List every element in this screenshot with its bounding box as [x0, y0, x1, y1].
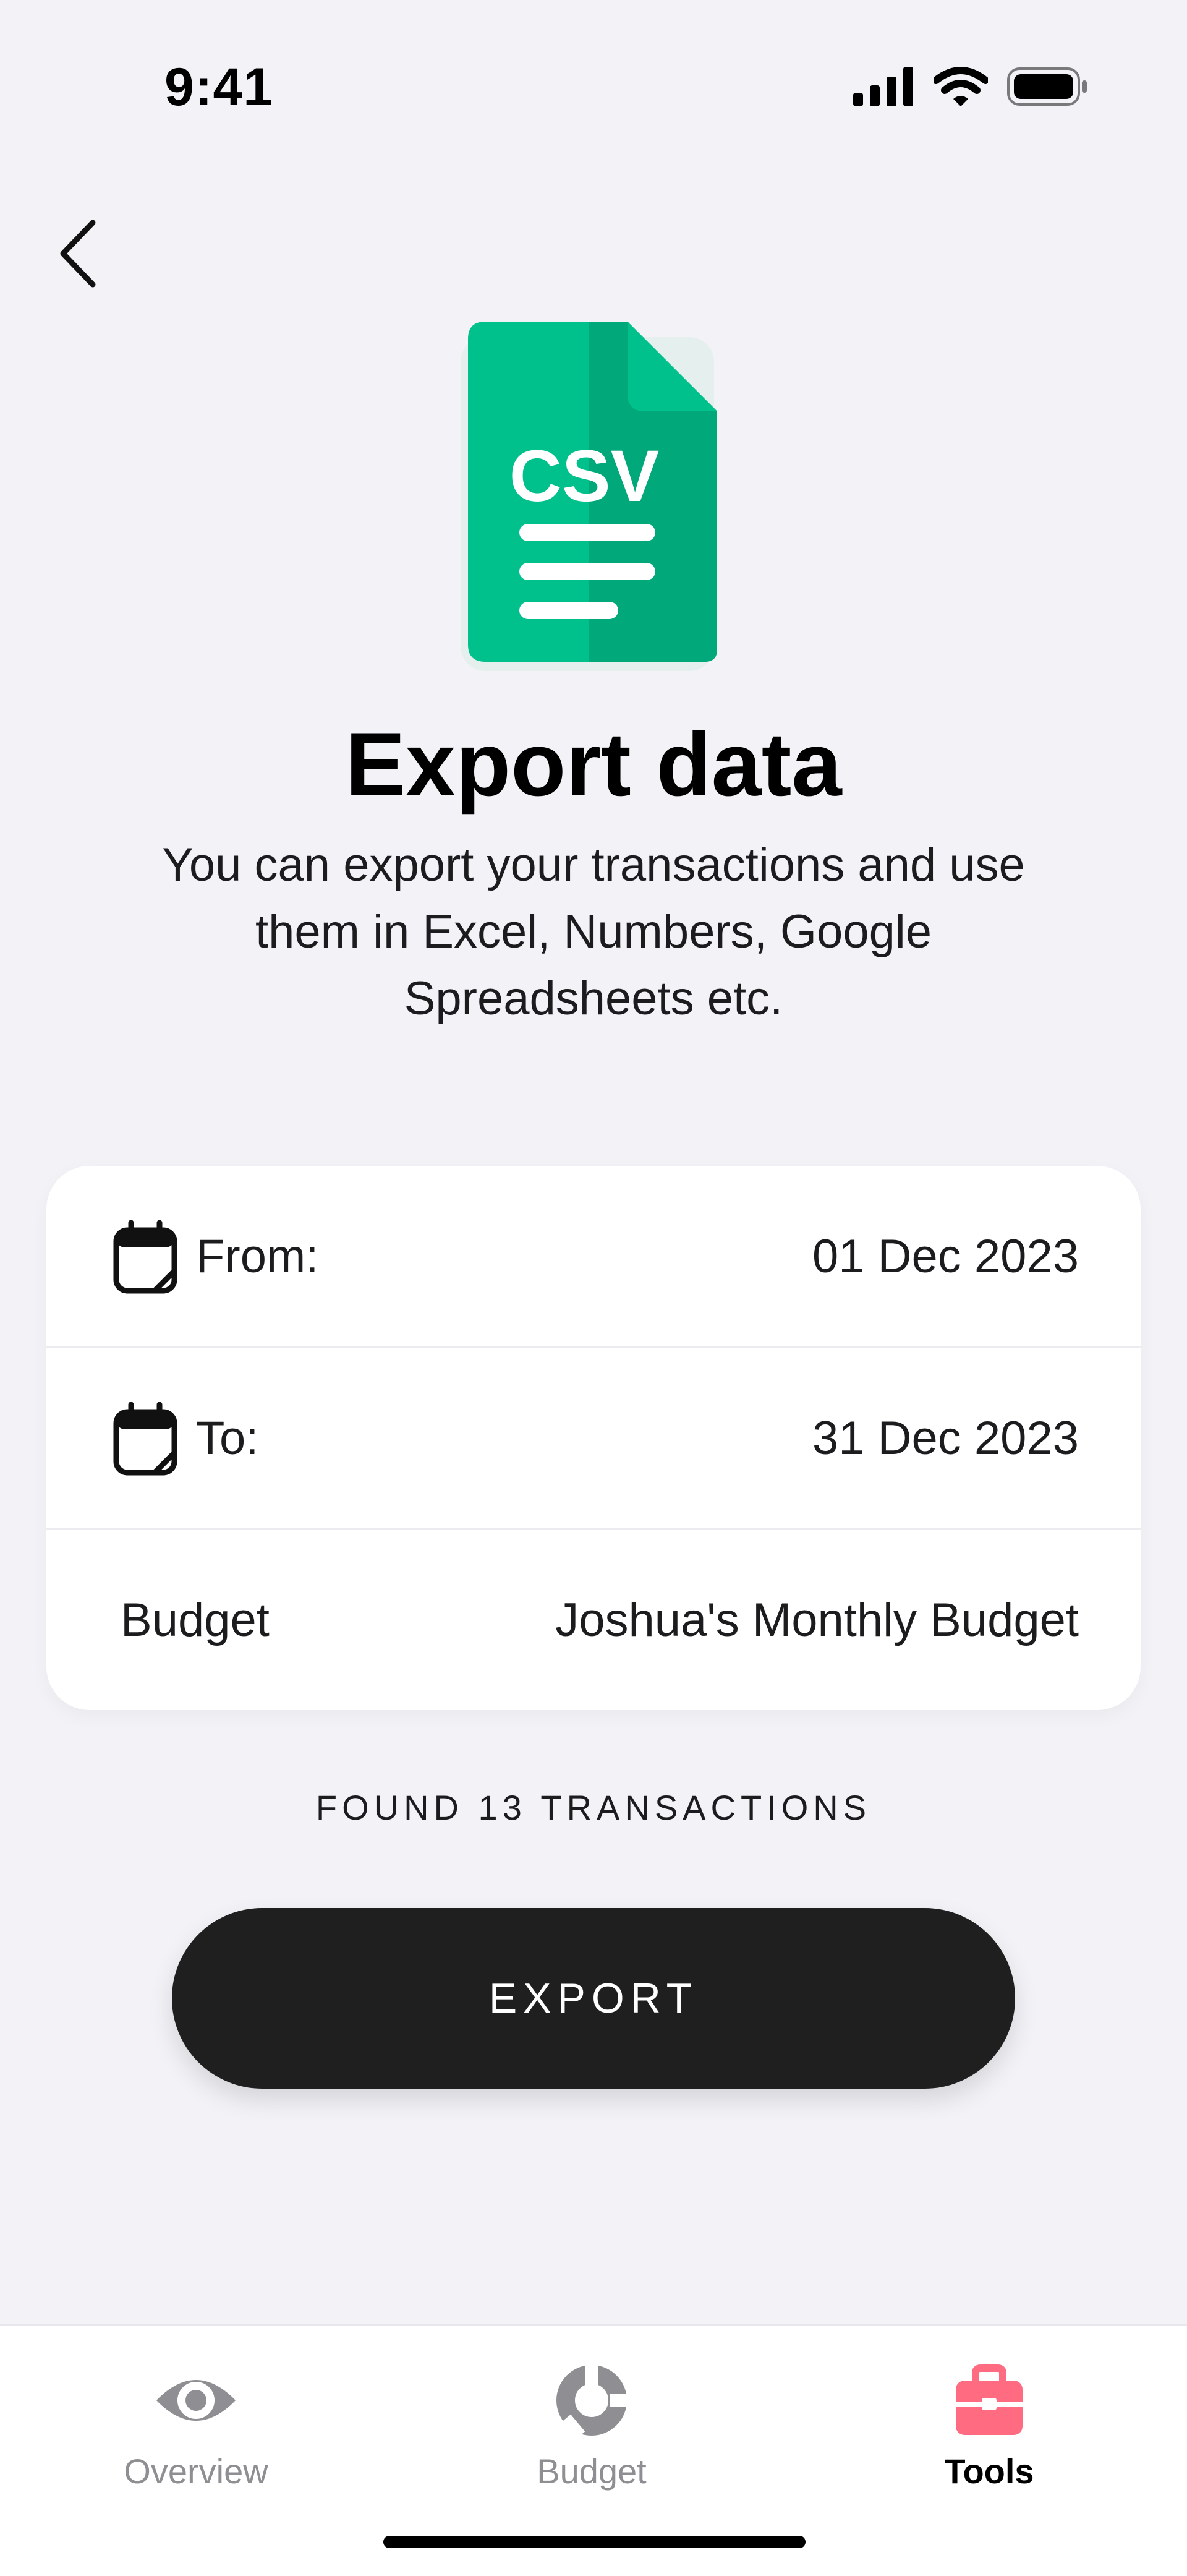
csv-file-icon: CSV — [461, 322, 726, 680]
export-button[interactable]: EXPORT — [172, 1908, 1015, 2089]
tab-tools[interactable]: Tools — [866, 2345, 1113, 2505]
budget-row[interactable]: Budget Joshua's Monthly Budget — [46, 1530, 1141, 1710]
home-indicator — [383, 2536, 806, 2548]
from-date-row[interactable]: From: 01 Dec 2023 — [46, 1166, 1141, 1347]
eye-icon — [156, 2380, 236, 2421]
cellular-signal-icon — [853, 67, 913, 106]
battery-icon — [1007, 67, 1087, 106]
from-label: From: — [196, 1230, 319, 1283]
transactions-count: FOUND 13 TRANSACTIONS — [315, 1788, 872, 1827]
calendar-icon — [113, 1220, 177, 1294]
tab-overview[interactable]: Overview — [72, 2345, 320, 2505]
donut-chart-icon — [556, 2363, 635, 2437]
status-time: 9:41 — [164, 58, 274, 117]
tab-budget[interactable]: Budget — [468, 2345, 715, 2505]
export-settings-card: From: 01 Dec 2023 To: 31 Dec 2023 Budget… — [46, 1166, 1141, 1710]
tab-label-budget: Budget — [537, 2452, 647, 2491]
calendar-icon — [113, 1402, 177, 1476]
status-icons — [853, 67, 1088, 106]
toolbox-icon — [956, 2364, 1023, 2435]
to-date-row[interactable]: To: 31 Dec 2023 — [46, 1348, 1141, 1529]
status-bar: 9:41 — [0, 0, 1187, 173]
to-date-value: 31 Dec 2023 — [812, 1412, 1079, 1465]
chevron-left-icon — [60, 220, 96, 288]
csv-icon-text: CSV — [509, 435, 660, 517]
tab-label-tools: Tools — [944, 2452, 1034, 2491]
page-title: Export data — [345, 714, 842, 815]
tab-label-overview: Overview — [124, 2452, 268, 2491]
budget-value: Joshua's Monthly Budget — [555, 1594, 1079, 1646]
back-button[interactable] — [49, 216, 111, 291]
wifi-icon — [934, 67, 988, 106]
page-description: You can export your transactions and use… — [162, 839, 1025, 1025]
to-label: To: — [196, 1412, 259, 1465]
from-date-value: 01 Dec 2023 — [812, 1230, 1079, 1283]
budget-label: Budget — [121, 1594, 270, 1646]
